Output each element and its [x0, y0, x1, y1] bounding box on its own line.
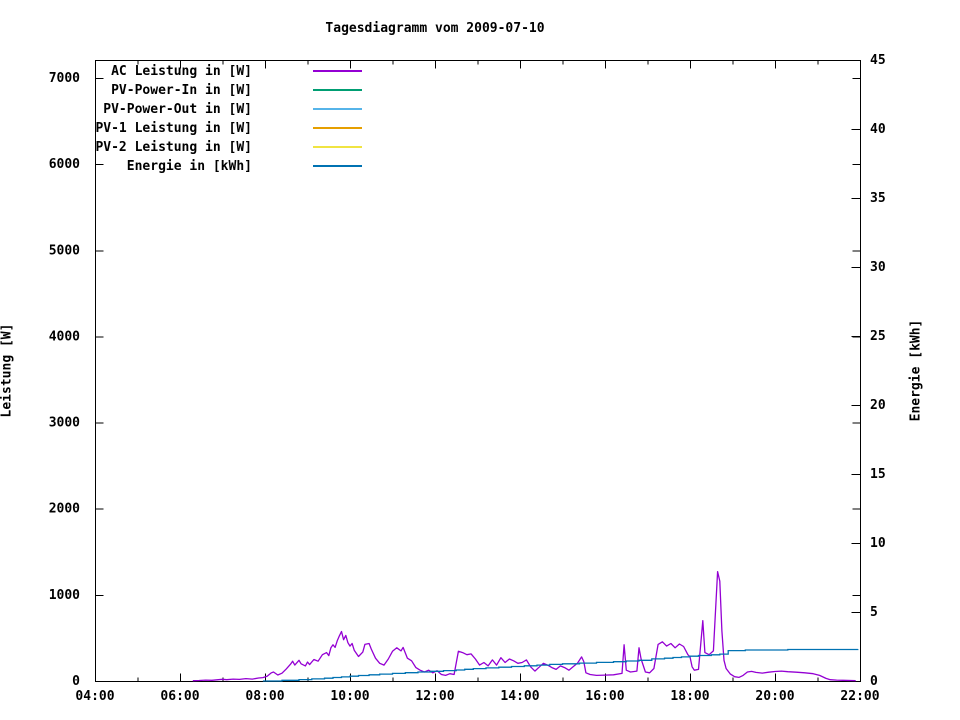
y-left-tick-label: 4000	[49, 329, 80, 344]
x-tick-label: 18:00	[670, 689, 709, 704]
y-left-tick-label: 0	[72, 674, 80, 689]
x-tick-label: 20:00	[755, 689, 794, 704]
chart-canvas: Tagesdiagramm vom 2009-07-10 Leistung [W…	[0, 0, 960, 720]
y-right-tick-label: 15	[870, 467, 886, 482]
y-right-tick-label: 30	[870, 260, 886, 275]
x-tick-label: 16:00	[585, 689, 624, 704]
plot-svg: 04:00 06:00 08:00 10:00 12:00 14:00 16:00 18:00…	[49, 53, 886, 704]
x-tick-label: 22:00	[840, 689, 879, 704]
y-right-tick-label: 25	[870, 329, 886, 344]
y-left-tick-label: 2000	[49, 502, 80, 517]
y-right-tick-label: 40	[870, 122, 886, 137]
y-right-axis-ticks: 0 5 10 15 20 25 30 35 40 45	[851, 53, 886, 689]
legend-item-label-pv2_leistung: PV-2 Leistung in [W]	[95, 140, 252, 155]
chart-title: Tagesdiagramm vom 2009-07-10	[325, 21, 545, 36]
y-right-tick-label: 35	[870, 191, 886, 206]
x-tick-label: 10:00	[330, 689, 369, 704]
x-axis-ticks: 04:00 06:00 08:00 10:00 12:00 14:00 16:00 18:00…	[75, 60, 880, 704]
legend-item-label-pv_power_in: PV-Power-In in [W]	[111, 83, 252, 98]
legend-item-label-pv_power_out: PV-Power-Out in [W]	[103, 102, 252, 117]
x-tick-label: 06:00	[160, 689, 199, 704]
y-right-axis-title: Energie [kWh]	[908, 319, 924, 422]
y-right-tick-label: 0	[870, 674, 878, 689]
y-left-axis-title: Leistung [W]	[0, 323, 15, 418]
series-line-ac_leistung	[192, 570, 856, 682]
y-left-tick-label: 6000	[49, 157, 80, 172]
x-tick-label: 12:00	[415, 689, 454, 704]
y-right-tick-label: 10	[870, 536, 886, 551]
legend: AC Leistung in [W] PV-Power-In in [W] PV-P…	[95, 64, 362, 174]
legend-item-label-energie: Energie in [kWh]	[127, 159, 252, 174]
x-tick-label: 14:00	[500, 689, 539, 704]
x-tick-label: 04:00	[75, 689, 114, 704]
legend-item-label-ac_leistung: AC Leistung in [W]	[111, 64, 252, 79]
y-right-tick-label: 20	[870, 398, 886, 413]
y-left-tick-label: 5000	[49, 243, 80, 258]
y-left-tick-label: 1000	[49, 588, 80, 603]
legend-item-label-pv1_leistung: PV-1 Leistung in [W]	[95, 121, 252, 136]
x-tick-label: 08:00	[245, 689, 284, 704]
y-left-tick-label: 3000	[49, 416, 80, 431]
y-left-tick-label: 7000	[49, 71, 80, 86]
y-right-tick-label: 5	[870, 605, 878, 620]
y-right-tick-label: 45	[870, 53, 886, 68]
series-line-energie	[262, 648, 859, 682]
